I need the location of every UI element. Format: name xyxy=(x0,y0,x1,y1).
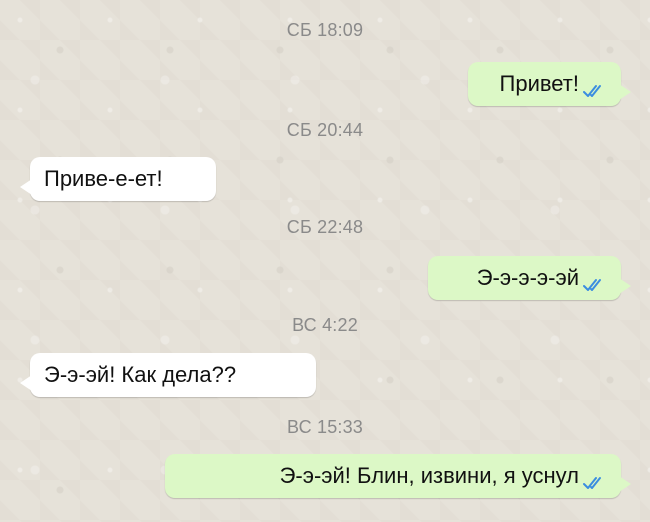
message-text: Э-э-эй! Как дела?? xyxy=(44,362,237,387)
message-timestamp: ВС 15:33 xyxy=(286,417,364,437)
message-timestamp: ВС 4:22 xyxy=(292,315,358,335)
outgoing-message-bubble[interactable]: Привет! xyxy=(468,62,631,106)
message-text: Э-э-э-э-эй xyxy=(476,265,579,290)
double-check-icon xyxy=(583,279,601,291)
incoming-message-bubble[interactable]: Э-э-эй! Как дела?? xyxy=(20,353,316,397)
message-timestamp: СБ 20:44 xyxy=(286,120,364,140)
message-text: Привет! xyxy=(499,71,579,96)
outgoing-message-bubble[interactable]: Э-э-эй! Блин, извини, я уснул xyxy=(165,454,631,498)
message-text: Приве-е-ет! xyxy=(44,166,163,191)
double-check-icon xyxy=(583,477,601,489)
message-timestamp: СБ 18:09 xyxy=(286,20,364,40)
message-text: Э-э-эй! Блин, извини, я уснул xyxy=(279,463,579,488)
outgoing-message-bubble[interactable]: Э-э-э-э-эй xyxy=(428,256,631,300)
message-timestamp: СБ 22:48 xyxy=(286,217,364,237)
double-check-icon xyxy=(583,85,601,97)
incoming-message-bubble[interactable]: Приве-е-ет! xyxy=(20,157,216,201)
chat-background: СБ 18:09 Привет! СБ 20:44 Приве-е-ет! СБ… xyxy=(0,0,650,522)
